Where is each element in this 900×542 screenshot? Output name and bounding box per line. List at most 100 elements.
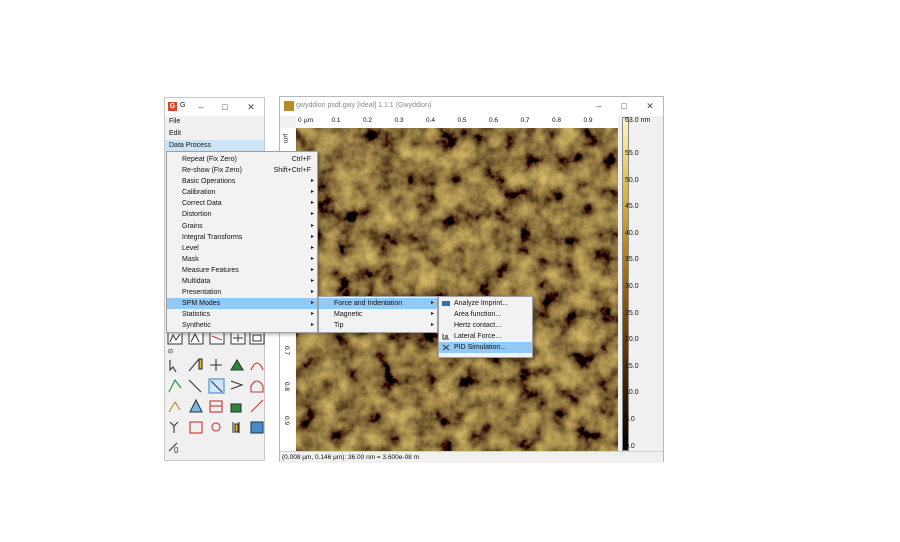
x-ruler-tick-label: 0.8 <box>552 117 562 124</box>
x-ruler-tick-label: 0.2 <box>363 117 373 124</box>
data-process-menu: Repeat (Fix Zero) Ctrl+F Re-show (Fix Zer… <box>166 151 318 333</box>
colorbar-tick-label: 0.0 <box>625 442 635 450</box>
submenu-arrow-icon: ▸ <box>430 322 434 329</box>
menu-item-basic-operations[interactable]: Basic Operations ▸ <box>167 176 317 187</box>
menu-item-reshow[interactable]: Re-show (Fix Zero) Shift+Ctrl+F <box>167 165 317 176</box>
menu-item-label: PID Simulation... <box>454 344 507 352</box>
toolbar-row-1 <box>167 331 265 345</box>
menu-item-multidata[interactable]: Multidata ▸ <box>167 276 317 287</box>
pid-icon <box>442 344 450 351</box>
submenu-arrow-icon: ▸ <box>430 300 434 306</box>
imprint-icon <box>442 301 450 306</box>
gwyddion-app-icon: G <box>168 102 177 111</box>
toolbox-tools: ⊟ 0 <box>165 326 265 463</box>
menu-item-label: Magnetic <box>334 311 363 319</box>
close-button[interactable]: ✕ <box>644 100 656 112</box>
menu-item-integral-transforms[interactable]: Integral Transforms ▸ <box>167 232 317 243</box>
menu-item-mask[interactable]: Mask ▸ <box>167 254 317 265</box>
surface-texture <box>296 128 618 451</box>
maximize-button[interactable]: □ <box>618 100 630 112</box>
x-ruler-tick-label: 0 <box>298 117 302 124</box>
colorbar-tick-label: 20.0 <box>625 336 639 344</box>
menu-item-label: Presentation <box>182 289 222 297</box>
colorbar-tick-label: 40.0 <box>625 229 639 237</box>
menu-item-label: Level <box>182 244 199 252</box>
toolbar-row-6: 0 <box>168 442 179 455</box>
x-ruler-tick-label: 0.3 <box>394 117 404 124</box>
menu-data-process[interactable]: Data Process <box>165 140 264 151</box>
data-window-title: gwyddion psdf.gwy [Ideal] 1.1:1 (Gwyddio… <box>296 102 432 109</box>
colorbar-tick-label: 25.0 <box>625 309 639 317</box>
menu-file-label: File <box>169 118 181 125</box>
toolbox-title: G <box>180 102 186 109</box>
menu-item-label: Repeat (Fix Zero) <box>182 156 237 163</box>
menu-item-spm-modes[interactable]: SPM Modes ▸ <box>167 298 317 310</box>
height-map-image[interactable] <box>296 128 618 451</box>
gwyddion-data-icon <box>284 101 294 111</box>
submenu-arrow-icon: ▸ <box>310 189 314 196</box>
menu-item-level[interactable]: Level ▸ <box>167 243 317 254</box>
menu-item-label: Correct Data <box>182 200 222 208</box>
maximize-button[interactable]: □ <box>219 101 231 113</box>
colorbar-tick-label: 45.0 <box>625 203 639 211</box>
submenu-arrow-icon: ▸ <box>310 211 314 218</box>
menu-item-shortcut: Shift+Ctrl+F <box>273 167 311 175</box>
menu-file[interactable]: File <box>165 116 264 127</box>
menu-item-label: Hertz contact... <box>454 322 502 330</box>
menu-item-statistics[interactable]: Statistics ▸ <box>167 309 317 320</box>
submenu-arrow-icon: ▸ <box>310 222 314 229</box>
x-ruler-tick-label: 0.7 <box>520 117 530 124</box>
x-ruler-tick-label: 0.6 <box>489 117 499 124</box>
menu-item-analyze-imprint[interactable]: Analyze Imprint... <box>439 298 532 309</box>
menu-item-correct-data[interactable]: Correct Data ▸ <box>167 198 317 209</box>
submenu-arrow-icon: ▸ <box>310 300 314 307</box>
submenu-arrow-icon: ▸ <box>430 311 434 318</box>
submenu-arrow-icon: ▸ <box>310 322 314 329</box>
toolbar-row-4 <box>168 398 264 413</box>
force-indentation-menu: Analyze Imprint... Area function... Hert… <box>438 296 533 358</box>
menu-item-shortcut: Ctrl+F <box>291 156 311 163</box>
toolbox-titlebar[interactable]: G G – □ ✕ <box>165 98 264 116</box>
menu-edit[interactable]: Edit <box>165 128 264 139</box>
x-ruler-unit: µm <box>304 117 314 124</box>
status-text: (0.008 µm, 0.146 µm): 36.00 nm = 3.600e-… <box>282 454 420 461</box>
menu-item-repeat[interactable]: Repeat (Fix Zero) Ctrl+F <box>167 154 317 165</box>
menu-item-synthetic[interactable]: Synthetic ▸ <box>167 320 317 331</box>
menu-item-hertz-contact[interactable]: Hertz contact... <box>439 320 532 331</box>
minimize-button[interactable]: – <box>195 101 207 113</box>
lateral-force-icon <box>442 334 449 340</box>
y-ruler-unit: µm <box>282 134 289 144</box>
toolbar-row-2 <box>169 358 264 373</box>
data-window[interactable]: gwyddion psdf.gwy [Ideal] 1.1:1 (Gwyddio… <box>279 96 664 463</box>
minimize-button[interactable]: – <box>593 100 605 112</box>
menu-item-pid-simulation[interactable]: PID Simulation... <box>439 342 532 354</box>
submenu-arrow-icon: ▸ <box>310 266 314 273</box>
spm-modes-menu: Force and Indentation ▸ Magnetic ▸ Tip ▸ <box>318 296 438 333</box>
y-ruler-tick-label: 0.8 <box>283 382 290 392</box>
menu-item-label: Grains <box>182 222 203 230</box>
menu-item-label: Re-show (Fix Zero) <box>182 167 242 175</box>
submenu-arrow-icon: ▸ <box>310 289 314 296</box>
data-window-titlebar[interactable]: gwyddion psdf.gwy [Ideal] 1.1:1 (Gwyddio… <box>280 97 663 116</box>
colorbar-tick-label: 10.0 <box>625 389 639 397</box>
submenu-arrow-icon: ▸ <box>310 244 314 251</box>
submenu-arrow-icon: ▸ <box>310 233 314 240</box>
menu-item-presentation[interactable]: Presentation ▸ <box>167 287 317 298</box>
x-ruler-tick-label: 0.5 <box>457 117 467 124</box>
menu-item-measure-features[interactable]: Measure Features ▸ <box>167 265 317 276</box>
menu-item-distortion[interactable]: Distortion ▸ <box>167 209 317 220</box>
submenu-arrow-icon: ▸ <box>310 255 314 262</box>
colorbar-max-label: 63.0 nm <box>625 117 651 124</box>
menu-item-grains[interactable]: Grains ▸ <box>167 221 317 232</box>
close-button[interactable]: ✕ <box>245 101 257 113</box>
submenu-arrow-icon: ▸ <box>310 200 314 207</box>
submenu-arrow-icon: ▸ <box>310 178 314 185</box>
menu-item-calibration[interactable]: Calibration ▸ <box>167 187 317 198</box>
menu-item-lateral-force[interactable]: Lateral Force... <box>439 331 532 342</box>
svg-text:0: 0 <box>174 446 179 455</box>
menu-item-tip[interactable]: Tip ▸ <box>319 320 437 331</box>
menu-item-area-function[interactable]: Area function... <box>439 309 532 320</box>
menu-item-label: Integral Transforms <box>182 233 243 241</box>
menu-item-force-and-indentation[interactable]: Force and Indentation ▸ <box>319 298 437 310</box>
menu-item-magnetic[interactable]: Magnetic ▸ <box>319 309 437 320</box>
